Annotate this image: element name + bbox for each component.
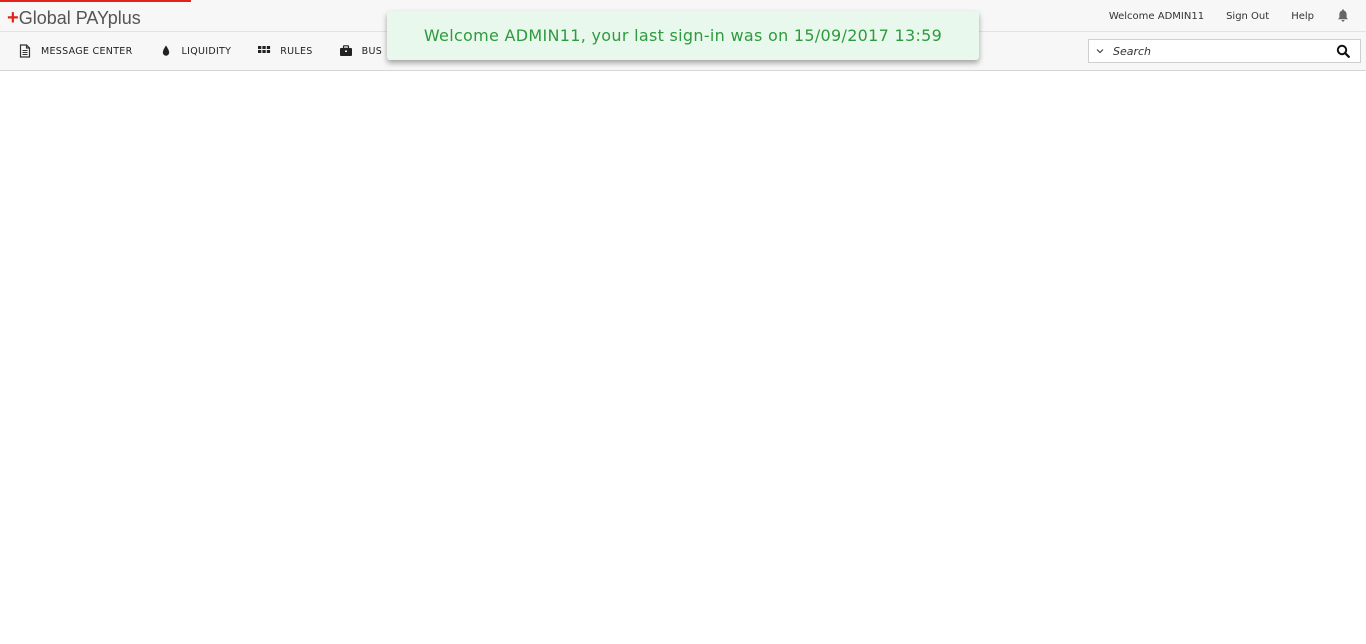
header-links: Welcome ADMIN11 Sign Out Help <box>1087 9 1350 23</box>
nav-item-liquidity[interactable]: LIQUIDITY <box>159 44 232 58</box>
briefcase-icon <box>339 44 353 58</box>
nav-menu: MESSAGE CENTER LIQUIDITY RULES BUS <box>18 32 408 70</box>
main-content-area <box>0 71 1366 644</box>
help-link[interactable]: Help <box>1291 11 1314 22</box>
logo-text: Global PAYplus <box>18 8 141 28</box>
nav-item-business[interactable]: BUS <box>339 44 382 58</box>
toast-message: Welcome ADMIN11, your last sign-in was o… <box>423 26 943 45</box>
app-logo[interactable]: +Global PAYplus <box>7 7 141 29</box>
nav-item-label: LIQUIDITY <box>181 45 232 57</box>
grid-icon <box>257 44 271 58</box>
loading-progress-bar <box>0 0 191 2</box>
nav-item-label: MESSAGE CENTER <box>41 45 133 57</box>
search-icon[interactable] <box>1336 44 1350 58</box>
search-box <box>1088 39 1361 63</box>
nav-item-label: RULES <box>280 45 313 57</box>
search-input[interactable] <box>1111 43 1336 59</box>
nav-item-message-center[interactable]: MESSAGE CENTER <box>18 44 133 58</box>
welcome-user-link[interactable]: Welcome ADMIN11 <box>1109 11 1204 22</box>
bell-icon[interactable] <box>1336 9 1350 23</box>
welcome-toast-notification: Welcome ADMIN11, your last sign-in was o… <box>387 11 979 60</box>
sign-out-link[interactable]: Sign Out <box>1226 11 1269 22</box>
document-icon <box>18 44 32 58</box>
nav-item-label: BUS <box>361 45 383 57</box>
nav-item-rules[interactable]: RULES <box>257 44 312 58</box>
logo-plus: + <box>7 7 19 29</box>
chevron-down-icon[interactable] <box>1095 46 1105 56</box>
drop-icon <box>159 44 173 58</box>
